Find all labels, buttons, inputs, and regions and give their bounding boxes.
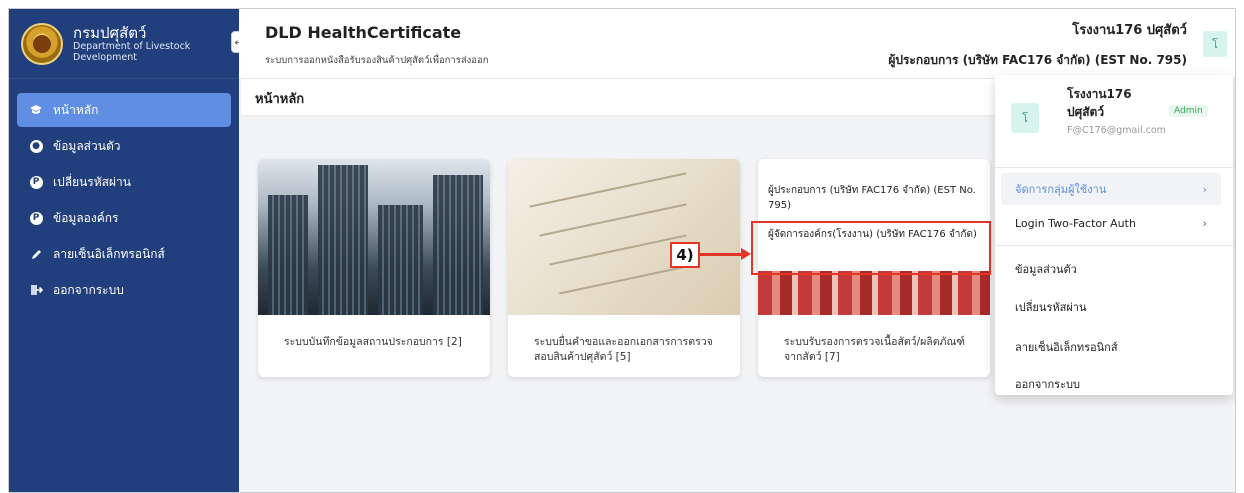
sidebar-item-label: ออกจากระบบ [53, 282, 124, 297]
dropdown-avatar: โ [1011, 103, 1039, 133]
sidebar-item-e-signature[interactable]: ลายเซ็นอิเล็กทรอนิกส์ [17, 237, 231, 271]
key-icon: P [29, 175, 43, 189]
dld-logo-icon [21, 22, 63, 65]
top-header: DLD HealthCertificate ระบบการออกหนังสือร… [239, 9, 1235, 79]
app-title: DLD HealthCertificate [265, 23, 462, 42]
key-icon: P [29, 211, 43, 225]
pen-icon [29, 247, 43, 261]
menu-item-manage-user-groups[interactable]: จัดการกลุ่มผู้ใช้งาน › [1001, 173, 1221, 205]
user-menu-dropdown: โ โรงงาน176 ปศุสัตว์ F@C176@gmail.com Ad… [995, 75, 1233, 395]
card-label: ระบบรับรองการตรวจเนื้อสัตว์/ผลิตภัณฑ์จาก… [784, 336, 965, 363]
sidebar-item-label: เปลี่ยนรหัสผ่าน [53, 174, 131, 189]
menu-item-change-password[interactable]: เปลี่ยนรหัสผ่าน [1001, 291, 1221, 323]
app-window: กรมปศุสัตว์ Department of Livestock Deve… [8, 8, 1236, 493]
sidebar-menu: หน้าหลัก ● ข้อมูลส่วนตัว P เปลี่ยนรหัสผ่… [9, 79, 239, 307]
card-request-documents[interactable]: ระบบยื่นคำขอและออกเอกสารการตรวจสอบสินค้า… [508, 159, 740, 377]
sidebar-item-home[interactable]: หน้าหลัก [17, 93, 231, 127]
menu-item-label: จัดการกลุ่มผู้ใช้งาน [1015, 183, 1107, 196]
user-icon: ● [29, 139, 43, 153]
header-user-name[interactable]: โรงงาน176 ปศุสัตว์ [1072, 19, 1187, 40]
chevron-right-icon: › [1202, 182, 1207, 196]
chevron-right-icon: › [1202, 216, 1207, 230]
annotation-step-label: 4) [670, 242, 700, 268]
divider [995, 167, 1233, 168]
dropdown-user-email: F@C176@gmail.com [1067, 125, 1166, 136]
menu-item-profile[interactable]: ข้อมูลส่วนตัว [1001, 253, 1221, 285]
menu-item-e-signature[interactable]: ลายเซ็นอิเล็กทรอนิกส์ [1001, 331, 1221, 363]
annotation-highlight-box [751, 221, 991, 275]
annotation-arrow [700, 253, 744, 256]
brand-name-en-2: Development [73, 51, 137, 63]
menu-item-two-factor[interactable]: Login Two-Factor Auth › [1001, 207, 1221, 239]
menu-item-label: ข้อมูลส่วนตัว [1015, 263, 1077, 276]
card-label: ระบบยื่นคำขอและออกเอกสารการตรวจสอบสินค้า… [534, 336, 713, 363]
menu-item-label: ออกจากระบบ [1015, 378, 1080, 391]
page-title: หน้าหลัก [255, 92, 305, 107]
sidebar-item-label: ข้อมูลองค์กร [53, 210, 119, 225]
sidebar-item-label: หน้าหลัก [53, 102, 99, 117]
sidebar-item-logout[interactable]: ออกจากระบบ [17, 273, 231, 307]
menu-item-label: Login Two-Factor Auth [1015, 216, 1136, 230]
documents-image [508, 159, 740, 315]
brand: กรมปศุสัตว์ Department of Livestock Deve… [9, 9, 247, 79]
app-subtitle: ระบบการออกหนังสือรับรองสินค้าปศุสัตว์เพื… [265, 55, 489, 66]
header-user-role[interactable]: ผู้ประกอบการ (บริษัท FAC176 จำกัด) (EST … [888, 51, 1187, 70]
meat-image [758, 271, 990, 315]
divider [995, 245, 1233, 246]
admin-badge: Admin [1169, 105, 1208, 117]
card-label: ระบบบันทึกข้อมูลสถานประกอบการ [2] [284, 336, 462, 348]
arrow-head-icon [741, 248, 751, 260]
sidebar-item-organization[interactable]: P ข้อมูลองค์กร [17, 201, 231, 235]
sidebar-item-change-password[interactable]: P เปลี่ยนรหัสผ่าน [17, 165, 231, 199]
sidebar-item-profile[interactable]: ● ข้อมูลส่วนตัว [17, 129, 231, 163]
buildings-image [258, 159, 490, 315]
sidebar-item-label: ข้อมูลส่วนตัว [53, 138, 121, 153]
menu-item-label: เปลี่ยนรหัสผ่าน [1015, 301, 1087, 314]
brand-name-en-1: Department of Livestock [73, 40, 191, 52]
dropdown-user-name: โรงงาน176 ปศุสัตว์ [1067, 87, 1132, 119]
sidebar: กรมปศุสัตว์ Department of Livestock Deve… [9, 9, 247, 492]
sidebar-item-label: ลายเซ็นอิเล็กทรอนิกส์ [53, 246, 165, 261]
brand-name-th: กรมปศุสัตว์ [73, 23, 147, 42]
card-establishment-records[interactable]: ระบบบันทึกข้อมูลสถานประกอบการ [2] [258, 159, 490, 377]
menu-item-logout[interactable]: ออกจากระบบ [1001, 371, 1221, 397]
logout-icon [29, 283, 43, 297]
menu-item-label: ลายเซ็นอิเล็กทรอนิกส์ [1015, 341, 1118, 354]
graduation-cap-icon [29, 103, 43, 117]
user-avatar-button[interactable]: โ [1203, 31, 1227, 57]
role-option-operator[interactable]: ผู้ประกอบการ (บริษัท FAC176 จำกัด) (EST … [758, 179, 990, 217]
